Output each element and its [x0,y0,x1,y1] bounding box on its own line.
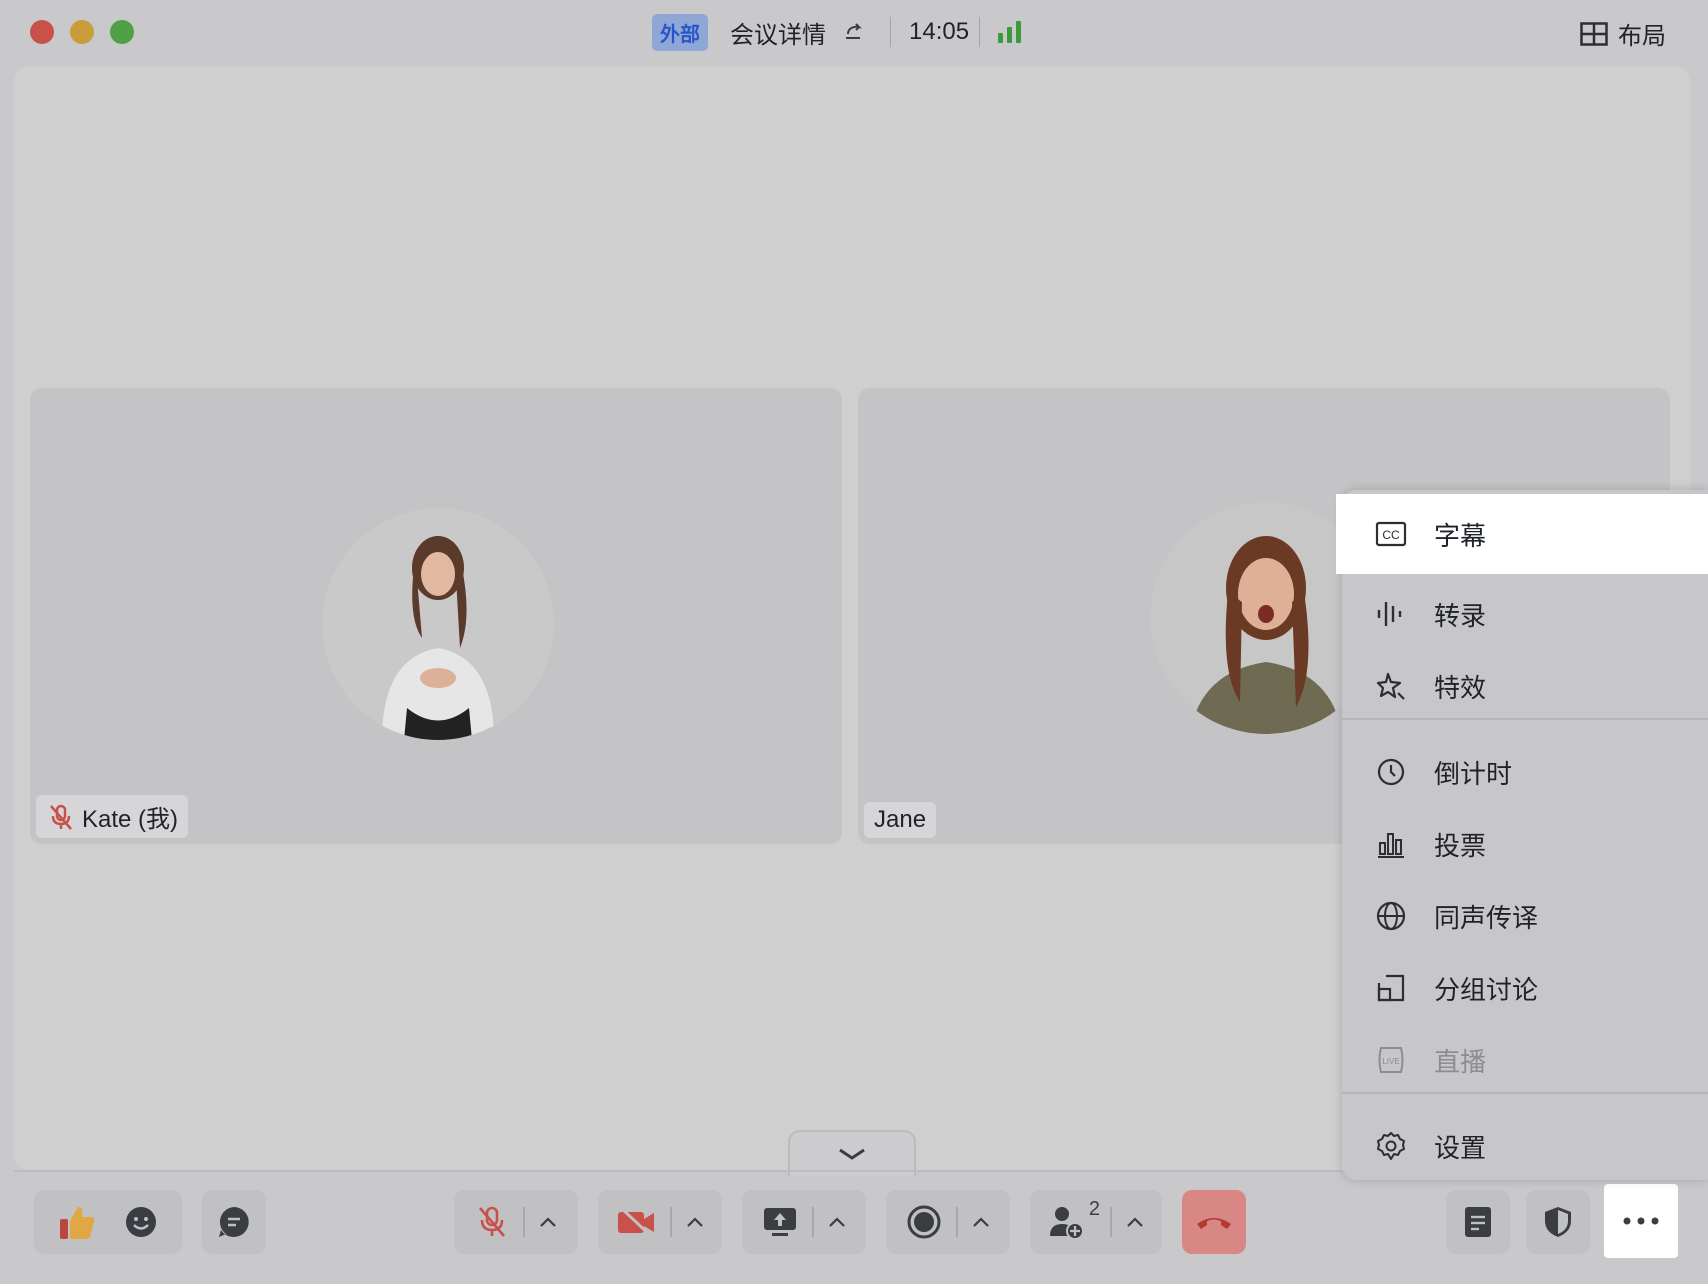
microphone-muted-icon [50,804,72,830]
layout-label: 布局 [1618,23,1666,50]
external-badge: 外部 [652,13,708,51]
menu-item-label: 同声传译 [1434,902,1539,933]
menu-item-label: 字幕 [1434,520,1487,551]
add-participant-icon [1050,1207,1084,1240]
menu-item-label: 投票 [1434,830,1487,861]
microphone-options-chevron-up-icon[interactable] [539,1216,557,1228]
waveform-icon [1374,597,1408,631]
notes-button[interactable] [1446,1190,1510,1254]
hang-up-icon [1197,1218,1231,1229]
toolbar-separator [1110,1207,1112,1237]
share-options-chevron-up-icon[interactable] [828,1216,846,1228]
chevron-down-icon [839,1148,865,1160]
menu-item-label: 分组讨论 [1434,974,1539,1005]
menu-item-interpretation[interactable]: 同声传译 [1342,884,1708,948]
toolbar-separator [523,1207,525,1237]
record-group [886,1190,1010,1254]
menu-item-transcribe[interactable]: 转录 [1342,582,1708,646]
participant-name: Jane [874,806,927,833]
share-icon[interactable] [842,20,866,44]
menu-separator [1342,1092,1708,1094]
toolbar-separator [812,1207,814,1237]
microphone-group [454,1190,578,1254]
timer-icon [1374,755,1408,789]
window-close-button[interactable] [30,20,54,44]
camera-group [598,1190,722,1254]
record-options-chevron-up-icon[interactable] [972,1216,990,1228]
breakout-rooms-icon [1374,971,1408,1005]
signal-strength-icon[interactable] [998,21,1022,43]
meeting-details-link[interactable]: 会议详情 [730,15,826,50]
menu-item-label: 转录 [1434,600,1487,631]
menu-item-poll[interactable]: 投票 [1342,812,1708,876]
menu-item-effects[interactable]: 特效 [1342,654,1708,718]
title-separator [890,17,891,47]
toolbar-separator [670,1207,672,1237]
svg-text:LIVE: LIVE [1382,1057,1399,1066]
shield-icon [1545,1207,1571,1237]
title-center: 外部 会议详情 14:05 [652,13,1022,51]
more-options-menu: CC 字幕 转录 特效 倒计时 投票 同声传译 分组讨论 LIVE 直播 设置 [1336,490,1708,1180]
chat-button[interactable] [202,1190,266,1254]
window-maximize-button[interactable] [110,20,134,44]
participant-name: Kate (我) [82,806,179,833]
share-screen-icon[interactable] [762,1205,798,1239]
end-call-button[interactable] [1182,1190,1246,1254]
security-button[interactable] [1526,1190,1590,1254]
meeting-toolbar: 2 [14,1172,1690,1282]
reactions-group [34,1190,182,1254]
camera-options-chevron-up-icon[interactable] [686,1216,704,1228]
cc-icon: CC [1374,517,1408,551]
layout-button[interactable]: 布局 [1580,16,1666,51]
title-bar: 外部 会议详情 14:05 布局 [0,0,1708,64]
layout-grid-icon [1580,21,1608,46]
avatar [322,508,554,740]
participants-button[interactable]: 2 [1048,1198,1100,1240]
menu-item-label: 直播 [1434,1046,1487,1077]
live-icon: LIVE [1374,1043,1408,1077]
more-button[interactable] [1604,1184,1678,1258]
sparkle-icon [1374,669,1408,703]
poll-chart-icon [1374,827,1408,861]
menu-item-live-stream[interactable]: LIVE 直播 [1342,1028,1708,1092]
globe-icon [1374,899,1408,933]
meeting-window: 外部 会议详情 14:05 布局 Kate (我) Jane 2 CC 字幕 转… [0,0,1708,1284]
menu-item-countdown[interactable]: 倒计时 [1342,740,1708,804]
participant-name-tag: Kate (我) [36,795,189,838]
menu-item-breakout-rooms[interactable]: 分组讨论 [1342,956,1708,1020]
menu-item-settings[interactable]: 设置 [1342,1114,1708,1178]
toolbar-separator [956,1207,958,1237]
participants-group: 2 [1030,1190,1162,1254]
menu-separator [1342,718,1708,720]
camera-off-icon[interactable] [616,1205,656,1239]
more-dots-icon [1623,1217,1659,1225]
menu-item-label: 设置 [1434,1132,1487,1163]
notes-icon [1465,1207,1491,1237]
window-minimize-button[interactable] [70,20,94,44]
gear-icon [1374,1129,1408,1163]
svg-text:CC: CC [1382,528,1400,542]
record-icon[interactable] [906,1204,942,1240]
menu-item-captions[interactable]: CC 字幕 [1336,494,1708,574]
participants-options-chevron-up-icon[interactable] [1126,1216,1144,1228]
share-screen-group [742,1190,866,1254]
thumbs-up-icon[interactable] [58,1203,96,1241]
emoji-icon[interactable] [124,1205,158,1239]
menu-item-label: 倒计时 [1434,758,1513,789]
chat-icon [219,1207,249,1237]
participant-name-tag: Jane [864,802,937,838]
microphone-muted-icon[interactable] [475,1205,509,1239]
meeting-clock: 14:05 [909,18,970,45]
participant-count: 2 [1088,1198,1100,1220]
participant-tile[interactable]: Kate (我) [30,388,842,844]
menu-item-label: 特效 [1434,672,1487,703]
title-separator [979,17,981,47]
